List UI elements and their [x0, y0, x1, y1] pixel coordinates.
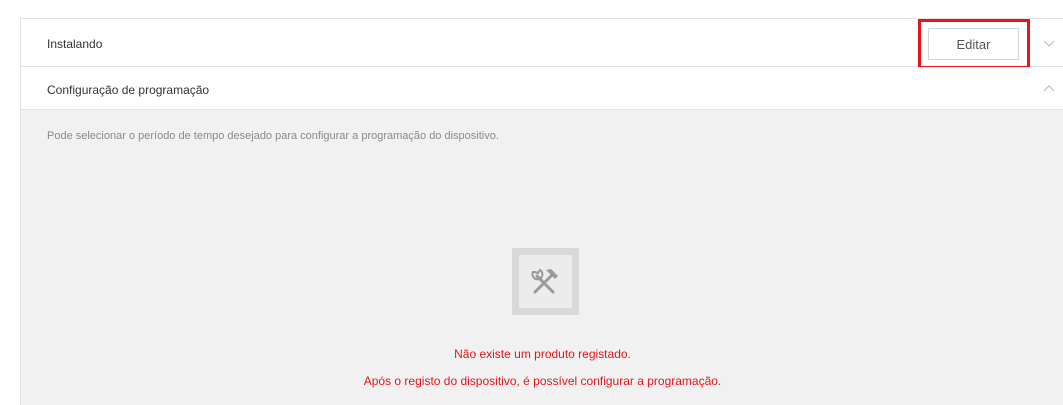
- edit-button-highlight: [918, 19, 1030, 69]
- settings-panel: Instalando Editar Configuração de progra…: [20, 18, 1063, 405]
- section-installing-header[interactable]: Instalando Editar: [21, 19, 1063, 69]
- chevron-up-icon[interactable]: [1041, 81, 1057, 97]
- tools-icon: [512, 248, 579, 315]
- page: Instalando Editar Configuração de progra…: [0, 0, 1063, 405]
- schedule-description: Pode selecionar o período de tempo desej…: [47, 130, 499, 142]
- empty-message-line2: Após o registo do dispositivo, é possíve…: [363, 374, 722, 388]
- section-installing-title: Instalando: [47, 37, 103, 51]
- section-schedule-title: Configuração de programação: [47, 83, 210, 97]
- section-schedule-header[interactable]: Configuração de programação: [21, 67, 1063, 110]
- chevron-down-icon[interactable]: [1041, 36, 1057, 52]
- empty-message-line1: Não existe um produto registado.: [454, 347, 631, 361]
